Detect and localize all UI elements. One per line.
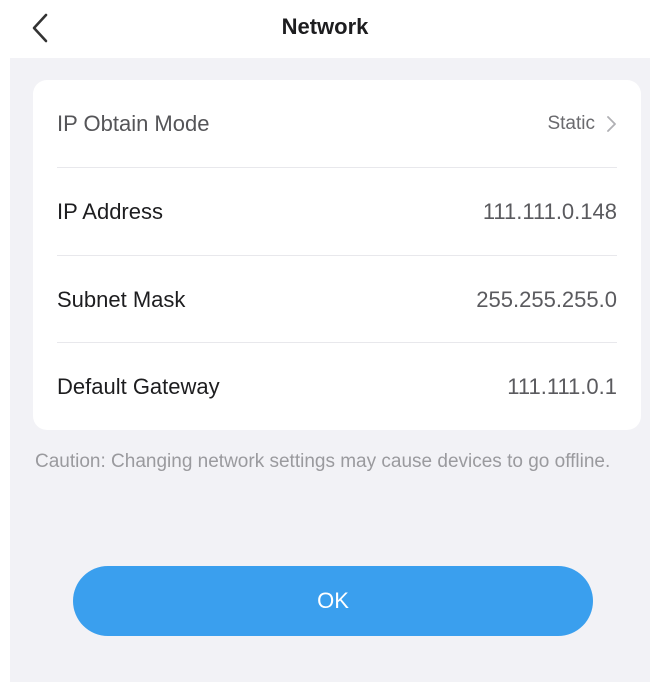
network-settings-card: IP Obtain Mode Static IP Address 111.111… — [33, 80, 641, 430]
ip-obtain-mode-label: IP Obtain Mode — [57, 110, 210, 136]
subnet-mask-row: Subnet Mask 255.255.255.0 — [57, 256, 617, 343]
default-gateway-label: Default Gateway — [57, 373, 220, 399]
ip-address-value: 111.111.0.148 — [482, 198, 617, 224]
content-area: IP Obtain Mode Static IP Address 111.111… — [10, 58, 650, 682]
ip-obtain-mode-row[interactable]: IP Obtain Mode Static — [57, 80, 617, 167]
chevron-right-icon — [607, 115, 616, 132]
ok-button[interactable]: OK — [73, 566, 593, 636]
default-gateway-value: 111.111.0.1 — [507, 373, 617, 399]
caution-text: Caution: Changing network settings may c… — [35, 451, 611, 472]
ip-address-row: IP Address 111.111.0.148 — [57, 168, 617, 255]
subnet-mask-label: Subnet Mask — [57, 286, 186, 312]
subnet-mask-value: 255.255.255.0 — [476, 286, 617, 312]
ip-obtain-mode-value: Static — [547, 112, 595, 134]
ip-obtain-mode-value-group: Static — [547, 113, 617, 135]
default-gateway-row: Default Gateway 111.111.0.1 — [57, 343, 617, 430]
page-title: Network — [281, 14, 369, 39]
header: Network — [0, 0, 650, 58]
ip-address-label: IP Address — [57, 198, 163, 224]
